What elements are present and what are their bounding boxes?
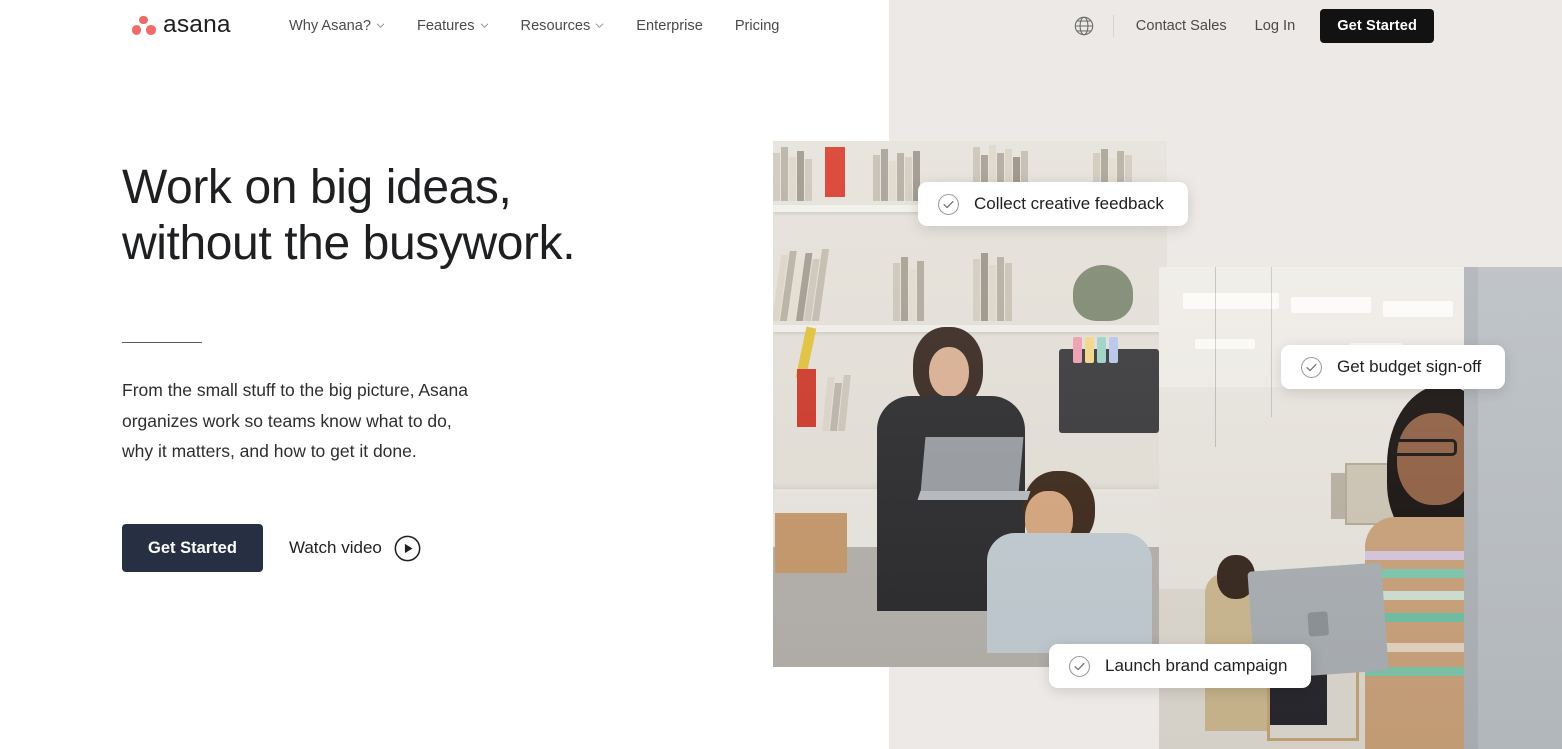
person-seated-body: [987, 533, 1152, 653]
pendant-cord: [1215, 267, 1216, 447]
asana-logo-mark: [131, 15, 156, 37]
cardboard-box: [775, 513, 847, 573]
watch-video-button[interactable]: Watch video: [289, 534, 422, 562]
nav-item-why-asana[interactable]: Why Asana?: [289, 18, 401, 34]
task-card-label: Collect creative feedback: [974, 194, 1164, 213]
book-group: [773, 145, 812, 201]
nav-item-label: Pricing: [734, 18, 780, 34]
skylight: [1291, 297, 1371, 313]
plant: [1073, 265, 1133, 321]
globe-icon[interactable]: [1071, 13, 1097, 39]
red-book: [825, 147, 845, 197]
nav-item-label: Enterprise: [636, 18, 703, 34]
check-circle-icon: [1299, 355, 1323, 379]
site-header: asana Why Asana? Features Resources Ente…: [0, 0, 1562, 52]
book-group: [973, 253, 1012, 321]
login-link[interactable]: Log In: [1255, 18, 1296, 34]
chevron-down-icon: [480, 21, 489, 30]
skylight: [1195, 339, 1255, 349]
red-book: [797, 369, 816, 427]
nav-item-label: Resources: [520, 18, 591, 34]
nav-item-pricing[interactable]: Pricing: [735, 18, 796, 34]
skylight: [1183, 293, 1279, 309]
laptop-screen: [920, 437, 1024, 493]
task-card-label: Get budget sign-off: [1337, 357, 1482, 376]
task-card-get-budget-sign-off[interactable]: Get budget sign-off: [1281, 345, 1506, 389]
hero-subcopy: From the small stuff to the big picture,…: [122, 380, 468, 461]
header-actions: Contact Sales Log In Get Started: [1071, 0, 1434, 52]
hero-divider-rule: [122, 342, 202, 344]
primary-navigation: Why Asana? Features Resources Enterprise: [289, 0, 795, 52]
check-circle-icon: [936, 192, 960, 216]
logo-dot-left: [131, 25, 141, 35]
chevron-down-icon: [595, 21, 604, 30]
task-card-collect-creative-feedback[interactable]: Collect creative feedback: [918, 182, 1188, 226]
asana-wordmark: asana: [163, 10, 231, 38]
check-circle-icon: [1067, 654, 1091, 678]
pendant-cord: [1271, 267, 1272, 417]
watch-video-label: Watch video: [288, 538, 382, 558]
landing-page: asana Why Asana? Features Resources Ente…: [0, 0, 1562, 749]
task-card-label: Launch brand campaign: [1105, 656, 1288, 675]
hero-headline: Work on big ideas, without the busywork.: [122, 161, 576, 270]
book-group: [873, 149, 920, 201]
task-card-launch-brand-campaign[interactable]: Launch brand campaign: [1049, 644, 1312, 688]
nav-item-enterprise[interactable]: Enterprise: [636, 18, 719, 34]
contact-sales-link[interactable]: Contact Sales: [1136, 18, 1227, 34]
logo-dot-right: [146, 25, 156, 35]
concrete-pillar: [1464, 267, 1562, 749]
skylight: [1383, 301, 1453, 317]
nav-item-features[interactable]: Features: [417, 18, 505, 34]
book-group: [893, 257, 924, 321]
hero-get-started-button[interactable]: Get Started: [122, 524, 263, 573]
shelf-row-2: [773, 213, 1167, 333]
chevron-down-icon: [376, 21, 385, 30]
nav-item-resources[interactable]: Resources: [521, 18, 621, 34]
foreground-person-face: [1397, 413, 1473, 505]
header-divider: [1112, 15, 1114, 37]
hero-content: Work on big ideas, without the busywork.…: [122, 160, 742, 573]
person-standing-face: [929, 347, 969, 397]
laptop-base: [917, 491, 1031, 500]
logo-dot-top: [139, 15, 148, 24]
book-group: [821, 373, 851, 431]
asana-logo[interactable]: asana: [131, 10, 231, 39]
nav-item-label: Features: [416, 18, 475, 34]
color-swatches: [1073, 337, 1118, 363]
eyeglasses: [1391, 439, 1457, 456]
nav-item-label: Why Asana?: [289, 18, 371, 34]
play-circle-icon: [394, 534, 422, 562]
shelf-board: [773, 325, 1167, 332]
header-get-started-button[interactable]: Get Started: [1320, 9, 1434, 43]
hero-cta-row: Get Started Watch video: [122, 524, 742, 573]
book-group: [773, 249, 830, 321]
